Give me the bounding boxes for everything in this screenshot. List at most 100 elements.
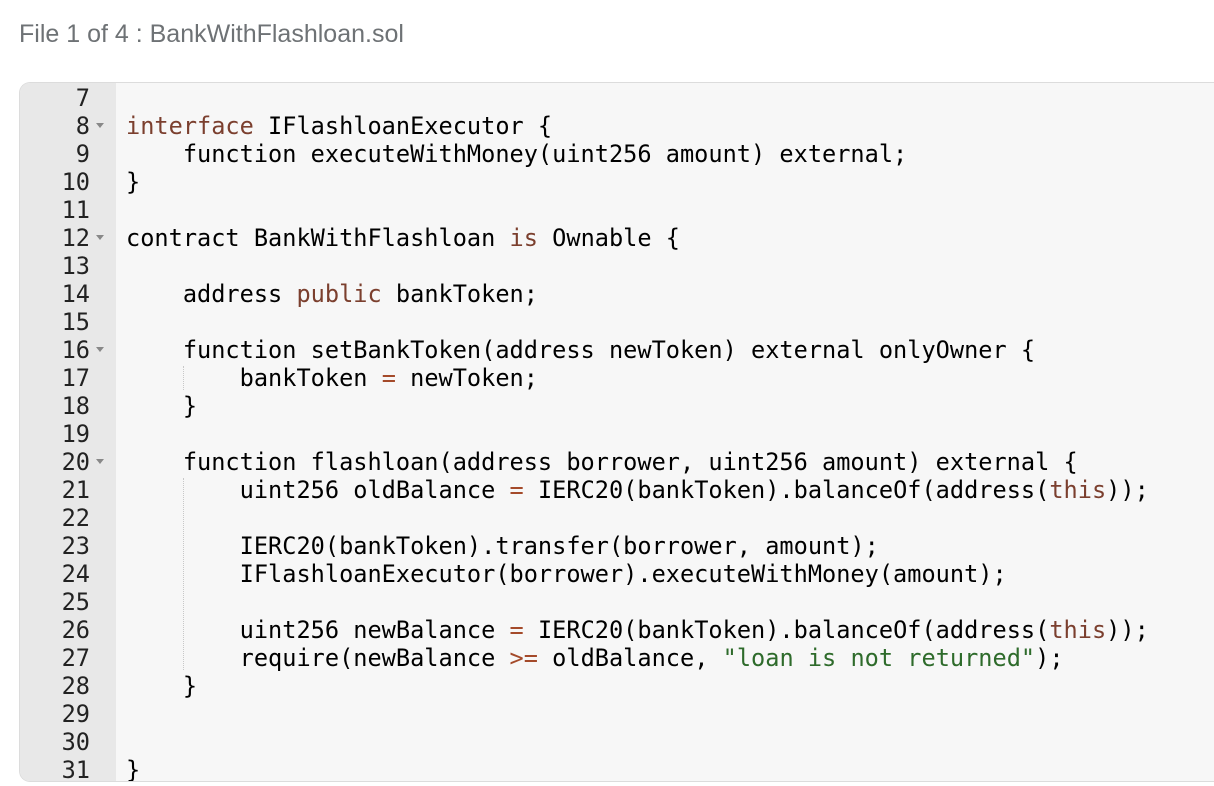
code-token: function setBankToken(address newToken) … [126, 336, 1036, 364]
code-line: 16 function setBankToken(address newToke… [20, 336, 1214, 364]
keyword-token: this [1049, 616, 1107, 644]
code-text: } [126, 672, 197, 700]
code-line: 29 [20, 700, 1214, 728]
line-number: 21 [61, 476, 90, 504]
line-number: 27 [61, 644, 90, 672]
line-number: 20 [61, 448, 90, 476]
line-number: 10 [61, 168, 90, 196]
code-line: 19 [20, 420, 1214, 448]
code-line: 9 function executeWithMoney(uint256 amou… [20, 140, 1214, 168]
code-line: 24 IFlashloanExecutor(borrower).executeW… [20, 560, 1214, 588]
line-number: 23 [61, 532, 90, 560]
code-text: function executeWithMoney(uint256 amount… [126, 140, 907, 168]
code-lines: 7 8 interface IFlashloanExecutor {9 functi… [20, 84, 1214, 782]
operator-token: = [381, 364, 396, 392]
code-token: contract BankWithFlashloan [126, 224, 510, 252]
fold-toggle-icon[interactable] [96, 235, 104, 240]
code-token: )); [1106, 616, 1149, 644]
line-number: 12 [61, 224, 90, 252]
code-text: bankToken = newToken; [126, 364, 538, 392]
code-token: oldBalance, [537, 644, 723, 672]
code-line: 31} [20, 756, 1214, 782]
code-line: 22 [20, 504, 1214, 532]
code-line: 8 interface IFlashloanExecutor { [20, 112, 1214, 140]
line-number: 15 [61, 308, 90, 336]
code-text: contract BankWithFlashloan is Ownable { [126, 224, 680, 252]
code-line: 25 [20, 588, 1214, 616]
code-line: 15 [20, 308, 1214, 336]
operator-token: = [509, 616, 524, 644]
code-line: 11 [20, 196, 1214, 224]
code-line: 26 uint256 newBalance = IERC20(bankToken… [20, 616, 1214, 644]
keyword-token: is [509, 224, 538, 252]
code-line: 30 [20, 728, 1214, 756]
code-token: ); [1035, 644, 1064, 672]
line-number: 19 [61, 420, 90, 448]
line-number: 17 [61, 364, 90, 392]
line-number: 8 [75, 112, 90, 140]
code-line: 18 } [20, 392, 1214, 420]
code-text: function setBankToken(address newToken) … [126, 336, 1035, 364]
code-text: IERC20(bankToken).transfer(borrower, amo… [126, 532, 879, 560]
keyword-token: public [296, 280, 382, 308]
code-editor[interactable]: 7 8 interface IFlashloanExecutor {9 functi… [19, 82, 1214, 782]
operator-token: = [509, 476, 524, 504]
string-token: "loan is not returned" [722, 644, 1036, 672]
line-number: 29 [61, 700, 90, 728]
code-token: function executeWithMoney(uint256 amount… [126, 140, 908, 168]
code-token: IFlashloanExecutor { [253, 112, 553, 140]
code-token: IERC20(bankToken).transfer(borrower, amo… [126, 532, 879, 560]
code-line: 20 function flashloan(address borrower, … [20, 448, 1214, 476]
code-token: )); [1106, 476, 1149, 504]
line-number: 30 [61, 728, 90, 756]
line-number: 28 [61, 672, 90, 700]
code-token: } [126, 392, 198, 420]
code-text: uint256 oldBalance = IERC20(bankToken).b… [126, 476, 1149, 504]
fold-toggle-icon[interactable] [96, 459, 104, 464]
line-number: 9 [75, 140, 90, 168]
code-token: function flashloan(address borrower, uin… [126, 448, 1078, 476]
code-token: address [126, 280, 297, 308]
code-text: interface IFlashloanExecutor { [126, 112, 552, 140]
code-text: function flashloan(address borrower, uin… [126, 448, 1078, 476]
code-line: 12 contract BankWithFlashloan is Ownable … [20, 224, 1214, 252]
line-number: 13 [61, 252, 90, 280]
line-number: 7 [75, 84, 90, 112]
code-line: 23 IERC20(bankToken).transfer(borrower, … [20, 532, 1214, 560]
code-text: } [126, 168, 140, 196]
fold-toggle-icon[interactable] [96, 347, 104, 352]
line-number: 14 [61, 280, 90, 308]
code-line: 7 [20, 84, 1214, 112]
code-text: } [126, 392, 197, 420]
line-number: 16 [61, 336, 90, 364]
line-number: 18 [61, 392, 90, 420]
code-token: IERC20(bankToken).balanceOf(address( [523, 476, 1050, 504]
line-number: 11 [61, 196, 90, 224]
code-line: 21 uint256 oldBalance = IERC20(bankToken… [20, 476, 1214, 504]
indent-guide [183, 366, 184, 390]
operator-token: >= [509, 644, 538, 672]
code-text: } [126, 756, 141, 782]
code-token: } [126, 756, 141, 782]
code-text: address public bankToken; [126, 280, 538, 308]
fold-toggle-icon[interactable] [96, 123, 104, 128]
code-token: } [126, 672, 198, 700]
indent-guide [183, 478, 184, 670]
code-text: uint256 newBalance = IERC20(bankToken).b… [126, 616, 1149, 644]
code-token: bankToken [126, 364, 382, 392]
code-token: bankToken; [381, 280, 538, 308]
code-line: 10} [20, 168, 1214, 196]
file-title: File 1 of 4 : BankWithFlashloan.sol [19, 20, 404, 48]
line-number: 31 [61, 756, 90, 782]
code-line: 28 } [20, 672, 1214, 700]
keyword-token: this [1049, 476, 1107, 504]
line-number: 26 [61, 616, 90, 644]
code-text: IFlashloanExecutor(borrower).executeWith… [126, 560, 1007, 588]
line-number: 24 [61, 560, 90, 588]
code-token: Ownable { [537, 224, 680, 252]
code-line: 14 address public bankToken; [20, 280, 1214, 308]
code-token: IFlashloanExecutor(borrower).executeWith… [126, 560, 1007, 588]
line-number: 22 [61, 504, 90, 532]
code-line: 13 [20, 252, 1214, 280]
code-token: IERC20(bankToken).balanceOf(address( [523, 616, 1050, 644]
